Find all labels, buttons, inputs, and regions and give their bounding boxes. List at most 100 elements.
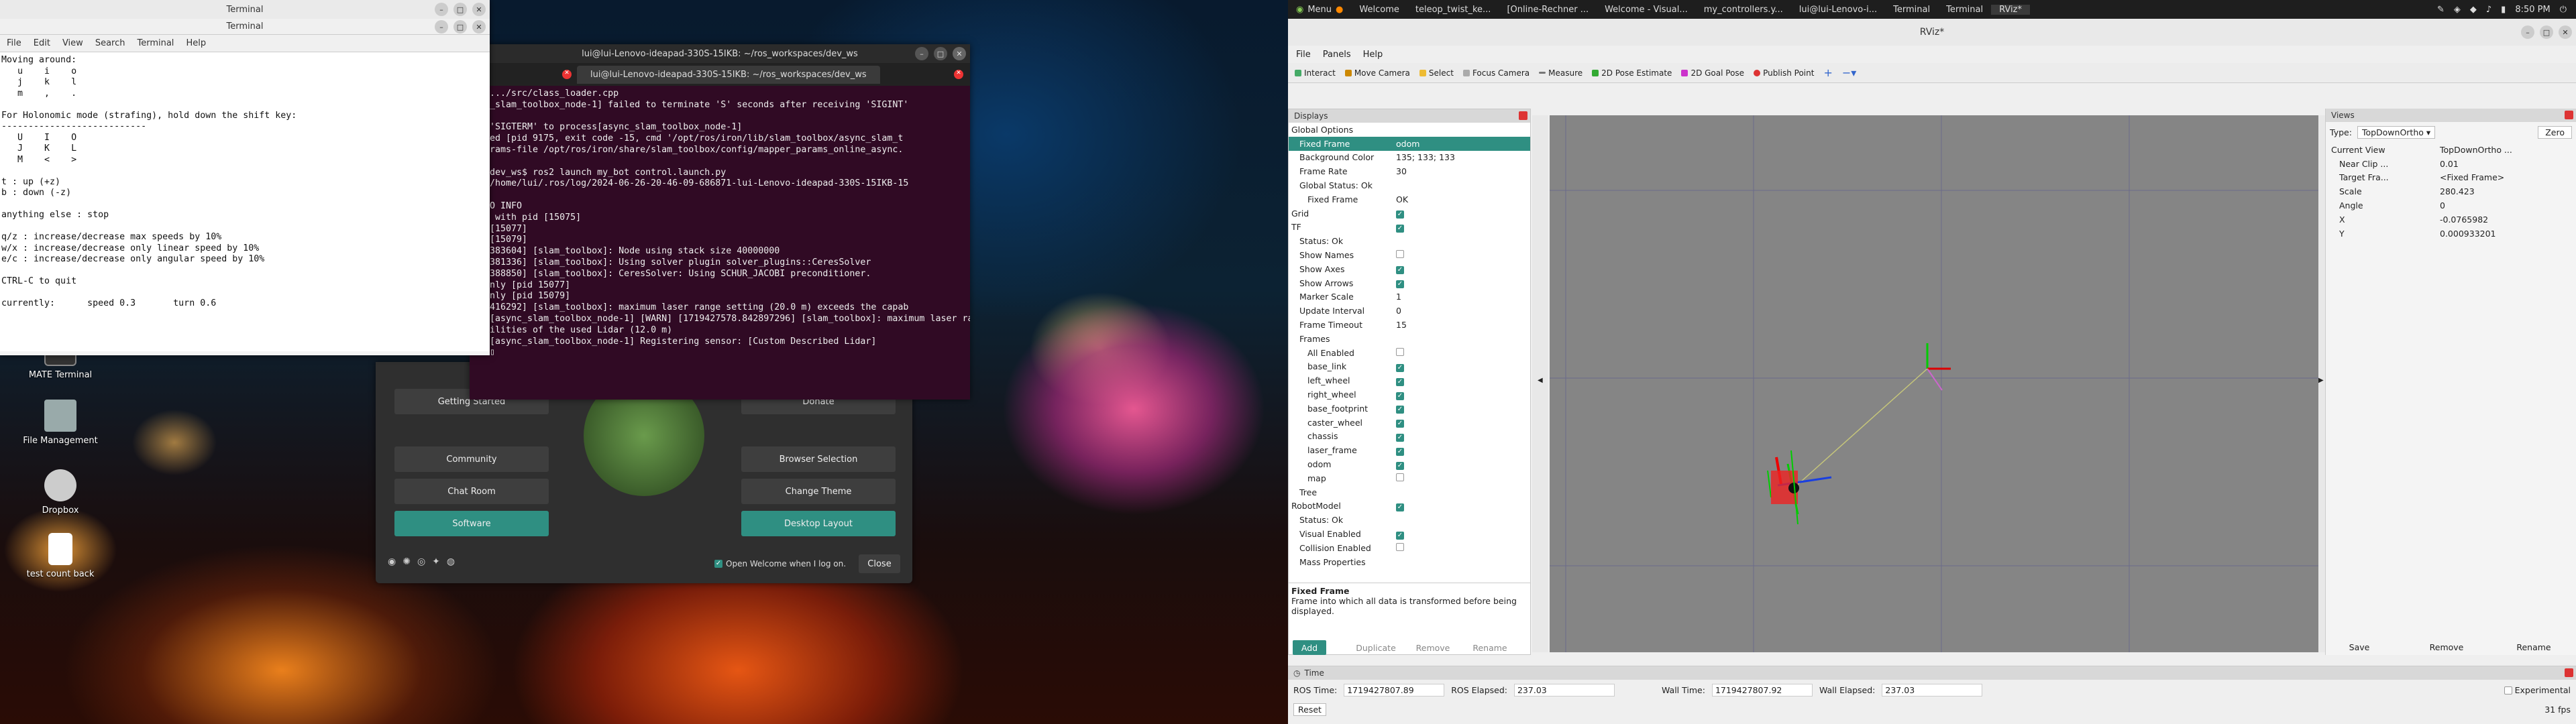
tool-interact[interactable]: Interact <box>1295 68 1336 78</box>
add-tool-icon[interactable]: + <box>1823 66 1832 79</box>
remove-display-button[interactable]: Remove <box>1406 640 1460 655</box>
task-rviz[interactable]: RViz* <box>1991 4 2030 15</box>
experimental-toggle[interactable]: Experimental <box>2504 685 2571 695</box>
display-row-value[interactable]: 15 <box>1396 320 1407 330</box>
view-property-value[interactable]: TopDownOrtho ... <box>2440 145 2576 155</box>
collapse-right-icon[interactable]: ▶ <box>2318 377 2324 384</box>
desktop-layout-button[interactable]: Desktop Layout <box>741 511 896 536</box>
close-icon[interactable]: ✕ <box>2559 25 2572 39</box>
browser-selection-button[interactable]: Browser Selection <box>741 446 896 472</box>
display-checkbox[interactable]: ✓ <box>1396 503 1404 511</box>
menu-search[interactable]: Search <box>95 38 125 48</box>
experimental-checkbox[interactable] <box>2504 686 2512 695</box>
display-row-value[interactable]: 135; 133; 133 <box>1396 152 1455 162</box>
display-checkbox[interactable] <box>1396 542 1404 551</box>
task-lui[interactable]: lui@lui-Lenovo-i... <box>1791 5 1885 15</box>
view-property-value[interactable]: 0.01 <box>2440 159 2576 169</box>
display-row[interactable]: Update Interval 0 <box>1289 304 1530 318</box>
display-checkbox[interactable]: ✓ <box>1396 280 1404 289</box>
view-property-value[interactable]: 0 <box>2440 200 2576 210</box>
tool-select[interactable]: Select <box>1419 68 1454 78</box>
close-tab-icon[interactable]: ✕ <box>954 70 963 79</box>
menu-view[interactable]: View <box>62 38 83 48</box>
maximize-icon[interactable]: □ <box>453 3 467 16</box>
maximize-icon[interactable]: □ <box>453 20 467 34</box>
terminal-output[interactable]: Moving around: u i o j k l m , . For Hol… <box>0 52 490 351</box>
display-checkbox[interactable]: ✓ <box>1396 406 1404 414</box>
close-icon[interactable]: ✕ <box>472 3 486 16</box>
view-property-value[interactable]: <Fixed Frame> <box>2440 172 2576 182</box>
display-row[interactable]: Tree <box>1289 485 1530 499</box>
display-row-value[interactable]: 30 <box>1396 166 1407 176</box>
menu-edit[interactable]: Edit <box>34 38 50 48</box>
battery-icon[interactable]: ▮ <box>2501 5 2506 15</box>
menu-terminal[interactable]: Terminal <box>137 38 174 48</box>
maximize-icon[interactable]: □ <box>2540 25 2553 39</box>
minimize-icon[interactable]: – <box>435 20 448 34</box>
display-row[interactable]: Global Options <box>1289 123 1530 137</box>
open-on-logon-checkbox[interactable]: ✓ <box>714 560 722 568</box>
display-row[interactable]: Show Arrows ✓ <box>1289 276 1530 290</box>
display-row[interactable]: caster_wheel ✓ <box>1289 416 1530 430</box>
display-row[interactable]: Frame Rate 30 <box>1289 164 1530 178</box>
display-row[interactable]: base_footprint ✓ <box>1289 402 1530 416</box>
view-property-value[interactable]: -0.0765982 <box>2440 215 2576 225</box>
display-row-value[interactable]: odom <box>1396 139 1419 149</box>
display-checkbox[interactable] <box>1396 347 1404 356</box>
pen-icon[interactable]: ✎ <box>2437 5 2445 15</box>
display-row-value[interactable]: 1 <box>1396 292 1401 302</box>
task-welcome[interactable]: Welcome <box>1351 5 1407 15</box>
display-row[interactable]: laser_frame ✓ <box>1289 443 1530 457</box>
display-row[interactable]: Grid ✓ <box>1289 206 1530 221</box>
close-panel-icon[interactable] <box>2565 668 2573 677</box>
display-row[interactable]: chassis ✓ <box>1289 430 1530 444</box>
viewport-canvas[interactable] <box>1550 115 2318 652</box>
task-vscode[interactable]: Welcome - Visual... <box>1597 5 1696 15</box>
tab-dev-ws[interactable]: lui@lui-Lenovo-ideapad-330S-15IKB: ~/ros… <box>577 65 880 84</box>
rename-view-button[interactable]: Rename <box>2507 640 2561 654</box>
maximize-icon[interactable]: □ <box>934 47 947 60</box>
display-checkbox[interactable]: ✓ <box>1396 433 1404 442</box>
zero-button[interactable]: Zero <box>2538 126 2572 139</box>
desktop-icon-file[interactable]: test count back <box>20 533 101 579</box>
display-row[interactable]: Visual Enabled ✓ <box>1289 527 1530 541</box>
close-tab-icon[interactable]: ✕ <box>562 70 572 79</box>
display-row[interactable]: Status: Ok <box>1289 513 1530 527</box>
view-property-row[interactable]: Near Clip ... 0.01 <box>2326 157 2576 171</box>
close-icon[interactable]: ✕ <box>472 20 486 34</box>
clock[interactable]: 8:50 PM <box>2515 5 2550 15</box>
display-row[interactable]: Show Names <box>1289 248 1530 262</box>
display-checkbox[interactable]: ✓ <box>1396 210 1404 219</box>
volume-icon[interactable]: ♪ <box>2486 5 2491 15</box>
duplicate-display-button[interactable]: Duplicate <box>1349 640 1403 655</box>
discord-icon[interactable]: ◍ <box>447 556 455 567</box>
twitter-icon[interactable]: ✦ <box>432 556 440 567</box>
github-icon[interactable]: ◎ <box>417 556 425 567</box>
software-button[interactable]: Software <box>394 511 549 536</box>
display-row[interactable]: Background Color 135; 133; 133 <box>1289 151 1530 165</box>
rename-display-button[interactable]: Rename <box>1463 640 1517 655</box>
view-property-row[interactable]: Target Fra... <Fixed Frame> <box>2326 171 2576 185</box>
display-row[interactable]: map <box>1289 471 1530 485</box>
display-checkbox[interactable]: ✓ <box>1396 363 1404 372</box>
tool-2d-goal-pose[interactable]: 2D Goal Pose <box>1681 68 1744 78</box>
firefox-icon[interactable]: ● <box>1336 5 1343 15</box>
shield-icon[interactable]: ◈ <box>2454 5 2461 15</box>
display-row[interactable]: right_wheel ✓ <box>1289 387 1530 402</box>
community-button[interactable]: Community <box>394 446 549 472</box>
forum-icon[interactable]: ✺ <box>402 556 411 567</box>
open-on-logon[interactable]: ✓ Open Welcome when I log on. <box>714 559 846 568</box>
display-row[interactable]: Show Axes ✓ <box>1289 262 1530 276</box>
display-row[interactable]: All Enabled <box>1289 346 1530 360</box>
display-row-value[interactable]: 0 <box>1396 306 1401 316</box>
menu-file[interactable]: File <box>7 38 21 48</box>
close-panel-icon[interactable] <box>1519 111 1527 120</box>
task-terminal-2[interactable]: Terminal <box>1938 5 1991 15</box>
view-property-row[interactable]: Y 0.000933201 <box>2326 227 2576 241</box>
display-checkbox[interactable]: ✓ <box>1396 447 1404 456</box>
add-display-button[interactable]: Add <box>1293 640 1326 655</box>
tool-publish-point[interactable]: Publish Point <box>1754 68 1814 78</box>
display-row[interactable]: Fixed Frame OK <box>1289 192 1530 206</box>
view-properties[interactable]: Current View TopDownOrtho ... Near Clip ..… <box>2326 143 2576 241</box>
view-property-row[interactable]: Angle 0 <box>2326 198 2576 213</box>
